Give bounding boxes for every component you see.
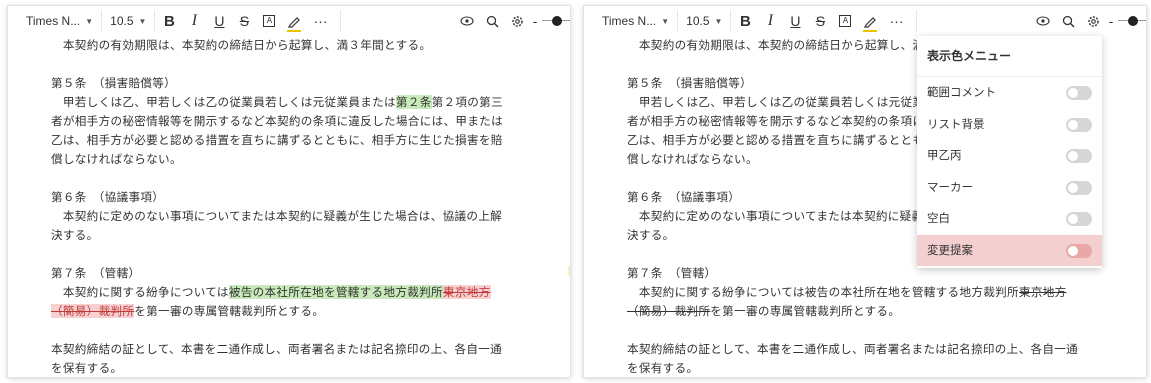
menu-item-whitespace[interactable]: 空白 <box>917 203 1102 235</box>
zoom-slider[interactable] <box>1118 14 1146 28</box>
toggle-switch[interactable] <box>1066 212 1092 226</box>
text-line: 本契約に関する紛争については被告の本社所在地を管轄する地方裁判所東京地方 <box>51 283 530 302</box>
article-heading: 第７条 （管轄） <box>51 266 141 280</box>
text-line: 決する。 <box>51 228 99 242</box>
text-span: 第２項の第三 <box>431 95 503 109</box>
text-line: 乙は、相手方が必要と認める措置を直ちに講ずるとともに、相手方に生じた損害を賠 <box>51 133 503 147</box>
menu-item-label: 空白 <box>927 211 950 225</box>
highlight-pen-icon[interactable] <box>859 10 881 32</box>
scroll-marker <box>568 266 570 276</box>
article-heading: 第５条 （損害賠償等） <box>51 76 177 90</box>
more-options-icon[interactable]: ··· <box>884 10 918 32</box>
chevron-down-icon: ▼ <box>661 16 670 26</box>
text-line: を保有する。 <box>51 361 123 375</box>
bold-icon[interactable]: B <box>158 10 180 32</box>
menu-title: 表示色メニュー <box>917 36 1102 77</box>
search-icon[interactable] <box>1057 10 1079 32</box>
font-family-select[interactable]: Times N... ▼ <box>18 10 103 32</box>
text-span: 本契約に関する紛争については <box>51 285 229 299</box>
chevron-down-icon: ▼ <box>85 16 94 26</box>
text-line: 本契約締結の証として、本書を二通作成し、両者署名または記名捺印の上、各自一通 <box>51 342 503 356</box>
toggle-switch[interactable] <box>1066 117 1092 132</box>
font-family-value: Times N... <box>26 14 81 28</box>
font-size-select[interactable]: 10.5 ▼ <box>102 10 156 32</box>
document-body: 本契約の有効期限は、本契約の締結日から起算し、満３年間とする。 第５条 （損害賠… <box>51 36 530 377</box>
underline-icon[interactable]: U <box>784 10 806 32</box>
text-box-icon[interactable]: A <box>258 10 280 32</box>
slider-knob[interactable] <box>1128 16 1138 26</box>
eye-icon[interactable] <box>1032 10 1054 32</box>
document-panel-left: Times N... ▼ 10.5 ▼ B I U S A ··· - 本契約の有効… <box>8 6 570 377</box>
article-heading: 第６条 （協議事項） <box>51 190 165 204</box>
chevron-down-icon: ▼ <box>714 16 723 26</box>
font-size-value: 10.5 <box>686 14 710 28</box>
text-line: 償しなければならない。 <box>51 152 182 166</box>
gear-icon[interactable] <box>506 10 528 32</box>
editor-toolbar: Times N... ▼ 10.5 ▼ B I U S A ··· - <box>8 6 570 36</box>
menu-item-label: リスト背景 <box>927 116 985 131</box>
text-span: 本契約に関する紛争については <box>627 285 805 299</box>
menu-item-change-proposal[interactable]: 変更提案 <box>917 234 1102 266</box>
paragraph: 本契約の有効期限は、本契約の締結日から起算し、満３年間とする。 <box>51 36 530 55</box>
font-size-select[interactable]: 10.5 ▼ <box>678 10 732 32</box>
strikethrough-icon[interactable]: S <box>233 10 255 32</box>
text-span: を第一審の専属管轄裁判所とする。 <box>134 304 325 318</box>
text-line: 本契約に関する紛争については被告の本社所在地を管轄する地方裁判所東京地方 <box>627 283 1106 302</box>
deleted-text[interactable]: （簡易）裁判所 <box>51 304 135 318</box>
zoom-out-icon[interactable]: - <box>1104 10 1118 32</box>
eye-icon[interactable] <box>456 10 478 32</box>
menu-item-label: 甲乙丙 <box>927 148 962 162</box>
font-family-select[interactable]: Times N... ▼ <box>594 10 679 32</box>
menu-item-label: マーカー <box>927 179 973 194</box>
zoom-slider[interactable] <box>542 14 570 28</box>
text-line: を保有する。 <box>627 361 699 375</box>
more-options-icon[interactable]: ··· <box>308 10 342 32</box>
deleted-text[interactable]: 東京地方 <box>442 285 491 299</box>
text-span: 被告の本社所在地を管轄する地方裁判所 <box>804 285 1019 299</box>
menu-item-parties[interactable]: 甲乙丙 <box>917 140 1102 172</box>
text-line: （簡易）裁判所を第一審の専属管轄裁判所とする。 <box>627 302 1106 321</box>
search-icon[interactable] <box>481 10 503 32</box>
editor-toolbar: Times N... ▼ 10.5 ▼ B I U S A ··· - <box>584 6 1146 36</box>
italic-icon[interactable]: I <box>759 10 781 32</box>
deleted-text[interactable]: （簡易）裁判所 <box>627 304 710 318</box>
toggle-switch[interactable] <box>1066 86 1092 100</box>
menu-item-label: 変更提案 <box>927 242 973 257</box>
menu-item-label: 範囲コメント <box>927 85 996 99</box>
document-panel-right: Times N... ▼ 10.5 ▼ B I U S A ··· - 本契約の有効… <box>584 6 1146 377</box>
text-line: 本契約に定めのない事項についてまたは本契約に疑義が生じた場合は、協議の上解 <box>51 209 503 223</box>
menu-item-marker[interactable]: マーカー <box>917 172 1102 204</box>
text-line: 者が相手方の秘密情報等を開示するなど本契約の条項に違反した場合には、甲または <box>51 114 503 128</box>
text-line: 甲若しくは乙、甲若しくは乙の従業員若しくは元従業員または第２条第２項の第三 <box>51 93 530 112</box>
slider-knob[interactable] <box>552 16 562 26</box>
inserted-text[interactable]: 第２条 <box>395 95 432 109</box>
font-family-value: Times N... <box>602 14 657 28</box>
bold-icon[interactable]: B <box>734 10 756 32</box>
inserted-text[interactable]: 被告の本社所在地を管轄する地方裁判所 <box>228 285 443 299</box>
text-span: を第一審の専属管轄裁判所とする。 <box>710 304 901 318</box>
highlight-pen-icon[interactable] <box>283 10 305 32</box>
underline-icon[interactable]: U <box>208 10 230 32</box>
zoom-out-icon[interactable]: - <box>528 10 542 32</box>
text-line: （簡易）裁判所を第一審の専属管轄裁判所とする。 <box>51 302 530 321</box>
toggle-switch[interactable] <box>1066 243 1092 258</box>
menu-item-list-background[interactable]: リスト背景 <box>917 109 1102 141</box>
italic-icon[interactable]: I <box>183 10 205 32</box>
text-box-icon[interactable]: A <box>834 10 856 32</box>
text-line: 本契約の有効期限は、本契約の締結日から起算し、満３年間とする。 <box>62 38 432 52</box>
toggle-switch[interactable] <box>1066 180 1092 195</box>
strikethrough-icon[interactable]: S <box>809 10 831 32</box>
menu-item-range-comment[interactable]: 範囲コメント <box>917 77 1102 109</box>
toggle-switch[interactable] <box>1066 149 1092 163</box>
display-color-menu: 表示色メニュー 範囲コメント リスト背景 甲乙丙 マーカー 空白 変更提案 <box>917 36 1102 268</box>
gear-icon[interactable] <box>1082 10 1104 32</box>
font-size-value: 10.5 <box>110 14 134 28</box>
text-line: 本契約締結の証として、本書を二通作成し、両者署名または記名捺印の上、各自一通 <box>627 342 1079 356</box>
deleted-text[interactable]: 東京地方 <box>1019 285 1067 299</box>
text-span: 甲若しくは乙、甲若しくは乙の従業員若しくは元従業員または <box>51 95 396 109</box>
chevron-down-icon: ▼ <box>138 16 147 26</box>
